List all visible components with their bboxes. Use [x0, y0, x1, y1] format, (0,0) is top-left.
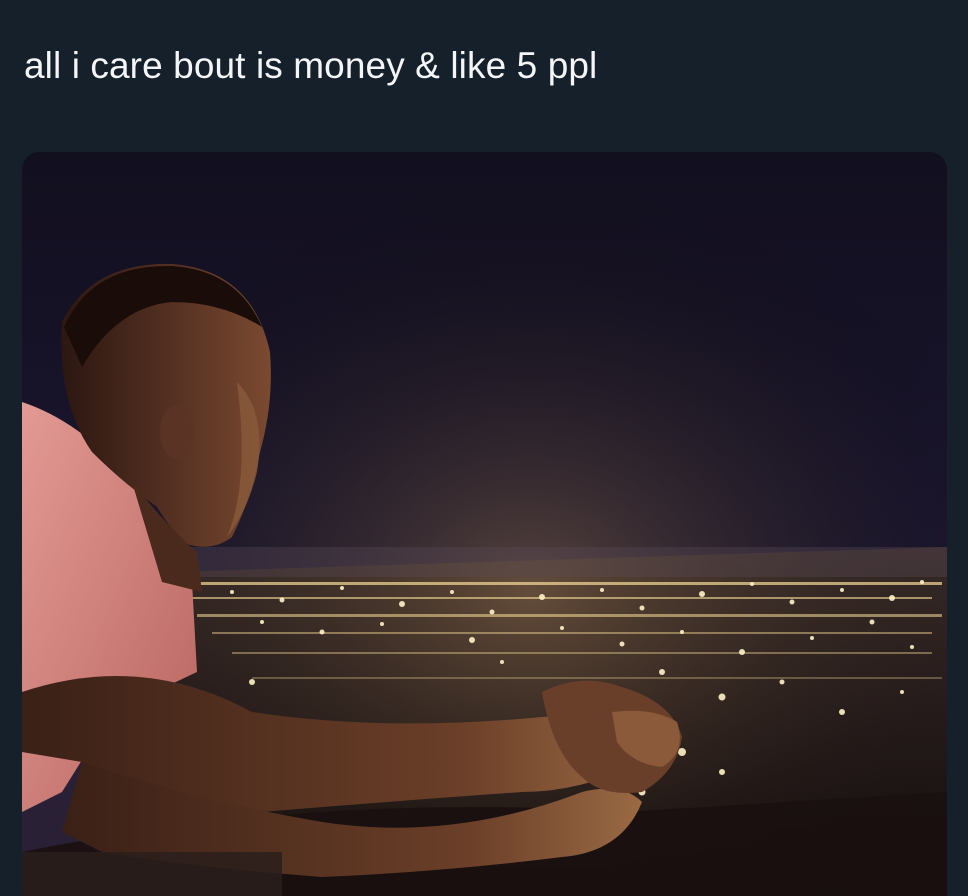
tweet-text: all i care bout is money & like 5 ppl — [24, 45, 598, 86]
tweet-media-photo[interactable] — [22, 152, 947, 896]
night-city-photo — [22, 152, 947, 896]
